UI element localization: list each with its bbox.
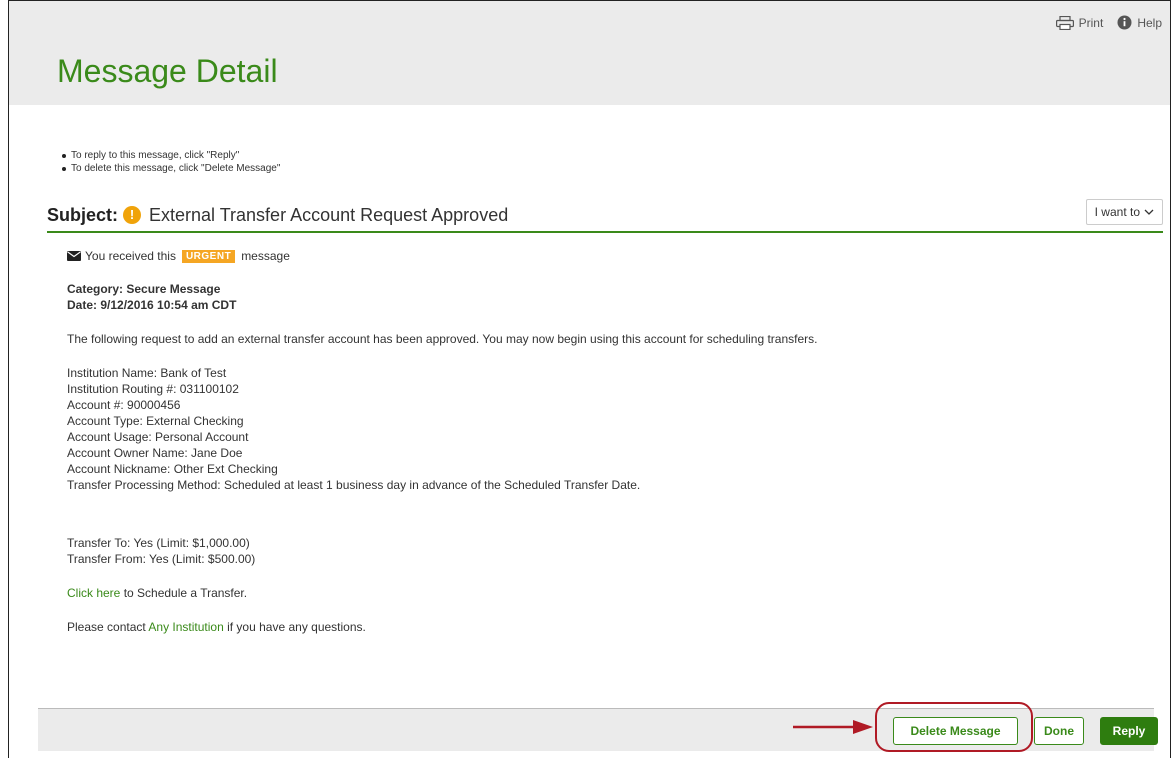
instruction-item: To reply to this message, click "Reply": [61, 149, 280, 162]
limit-line: Transfer To: Yes (Limit: $1,000.00): [67, 536, 250, 550]
detail-line: Account Nickname: Other Ext Checking: [67, 462, 278, 476]
transfer-limits: Transfer To: Yes (Limit: $1,000.00) Tran…: [67, 535, 1147, 567]
schedule-line: Click here to Schedule a Transfer.: [67, 585, 1147, 601]
i-want-to-dropdown[interactable]: I want to: [1085, 199, 1163, 225]
subject-label: Subject:: [47, 205, 119, 225]
detail-line: Account Usage: Personal Account: [67, 430, 249, 444]
info-icon: [1117, 15, 1132, 30]
print-label: Print: [1078, 15, 1104, 30]
detail-line: Transfer Processing Method: Scheduled at…: [67, 478, 641, 492]
detail-line: Institution Routing #: 031100102: [67, 382, 239, 396]
message-body: You received this URGENT message Categor…: [67, 249, 1147, 635]
limit-line: Transfer From: Yes (Limit: $500.00): [67, 552, 256, 566]
received-suffix: message: [241, 249, 290, 263]
category-line: Category: Secure Message: [67, 282, 221, 296]
detail-line: Institution Name: Bank of Test: [67, 366, 227, 380]
page-title: Message Detail: [57, 53, 278, 89]
detail-line: Account Type: External Checking: [67, 414, 244, 428]
i-want-to-label: I want to: [1094, 205, 1140, 219]
urgent-badge: URGENT: [181, 249, 236, 263]
message-detail-window: Print Help Message Detail To reply to th…: [8, 0, 1171, 758]
received-line: You received this URGENT message: [67, 249, 1147, 263]
print-link[interactable]: Print: [1055, 15, 1104, 30]
subject-text: External Transfer Account Request Approv…: [149, 205, 509, 225]
detail-line: Account Owner Name: Jane Doe: [67, 446, 243, 460]
chevron-down-icon: [1144, 209, 1154, 215]
envelope-icon: [67, 251, 81, 261]
annotation-arrow-icon: [793, 720, 873, 734]
subject-row: Subject: ! External Transfer Account Req…: [47, 199, 1163, 233]
contact-prefix: Please contact: [67, 620, 149, 634]
reply-button[interactable]: Reply: [1100, 717, 1158, 745]
done-button[interactable]: Done: [1034, 717, 1084, 745]
exclamation-icon: !: [123, 206, 141, 224]
contact-suffix: if you have any questions.: [223, 620, 366, 634]
account-details: Institution Name: Bank of Test Instituti…: [67, 365, 1147, 493]
schedule-transfer-link[interactable]: Click here: [67, 586, 120, 600]
printer-icon: [1055, 15, 1074, 30]
contact-line: Please contact Any Institution if you ha…: [67, 619, 1147, 635]
intro-paragraph: The following request to add an external…: [67, 332, 818, 346]
utility-links: Print Help: [1048, 15, 1162, 30]
date-line: Date: 9/12/2016 10:54 am CDT: [67, 298, 237, 312]
message-meta: Category: Secure Message Date: 9/12/2016…: [67, 281, 1147, 313]
detail-line: Account #: 90000456: [67, 398, 181, 412]
instruction-item: To delete this message, click "Delete Me…: [61, 162, 280, 175]
annotation-highlight-ring: [875, 702, 1033, 752]
institution-link[interactable]: Any Institution: [148, 620, 223, 634]
schedule-suffix: to Schedule a Transfer.: [120, 586, 248, 600]
instruction-list: To reply to this message, click "Reply" …: [61, 149, 280, 175]
received-prefix: You received this: [85, 249, 176, 263]
help-link[interactable]: Help: [1117, 15, 1162, 30]
page-header: Print Help Message Detail: [9, 1, 1170, 105]
help-label: Help: [1137, 15, 1162, 30]
